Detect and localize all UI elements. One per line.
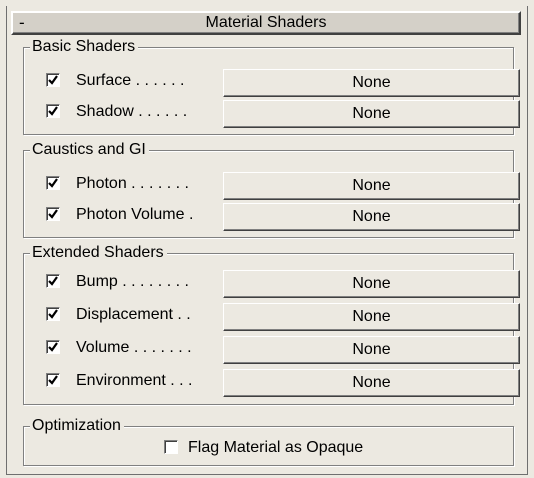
group-optimization: Optimization Flag Material as Opaque xyxy=(23,416,514,466)
surface-label: Surface . . . . . . xyxy=(76,72,185,89)
checkmark-icon xyxy=(48,106,58,116)
checkmark-icon xyxy=(48,178,58,188)
volume-shader-button[interactable]: None xyxy=(223,336,520,364)
group-basic-shaders: Basic Shaders Surface . . . . . . None S… xyxy=(23,37,520,135)
group-title: Caustics and GI xyxy=(30,140,149,160)
bump-label: Bump . . . . . . . . xyxy=(76,273,189,290)
checkmark-icon xyxy=(48,209,58,219)
displacement-shader-button[interactable]: None xyxy=(223,303,520,331)
group-caustics-gi: Caustics and GI Photon . . . . . . . Non… xyxy=(23,140,520,238)
environment-checkbox[interactable] xyxy=(46,373,60,387)
bump-checkbox[interactable] xyxy=(46,274,60,288)
checkmark-icon xyxy=(48,75,58,85)
photon-volume-checkbox[interactable] xyxy=(46,207,60,221)
photon-volume-shader-button[interactable]: None xyxy=(223,203,520,231)
photon-volume-label: Photon Volume . xyxy=(76,206,194,223)
surface-checkbox[interactable] xyxy=(46,73,60,87)
opaque-flag-label: Flag Material as Opaque xyxy=(188,439,364,456)
group-extended-shaders: Extended Shaders Bump . . . . . . . . No… xyxy=(23,243,520,405)
displacement-checkbox[interactable] xyxy=(46,307,60,321)
photon-shader-button[interactable]: None xyxy=(223,172,520,200)
volume-label: Volume . . . . . . . xyxy=(76,339,192,356)
displacement-label: Displacement . . xyxy=(76,306,191,323)
rollout-title: Material Shaders xyxy=(205,14,327,31)
checkmark-icon xyxy=(48,342,58,352)
volume-checkbox[interactable] xyxy=(46,340,60,354)
group-title: Optimization xyxy=(30,416,124,436)
shadow-checkbox[interactable] xyxy=(46,104,60,118)
environment-label: Environment . . . xyxy=(76,372,193,389)
rollout-header[interactable]: - Material Shaders xyxy=(11,11,521,35)
photon-label: Photon . . . . . . . xyxy=(76,175,189,192)
bump-shader-button[interactable]: None xyxy=(223,270,520,298)
checkmark-icon xyxy=(48,375,58,385)
opaque-flag-checkbox[interactable] xyxy=(164,440,178,454)
checkmark-icon xyxy=(48,276,58,286)
shadow-shader-button[interactable]: None xyxy=(223,100,520,128)
shadow-label: Shadow . . . . . . xyxy=(76,103,188,120)
environment-shader-button[interactable]: None xyxy=(223,369,520,397)
group-title: Extended Shaders xyxy=(30,243,167,263)
surface-shader-button[interactable]: None xyxy=(223,69,520,97)
group-title: Basic Shaders xyxy=(30,37,139,57)
photon-checkbox[interactable] xyxy=(46,176,60,190)
checkmark-icon xyxy=(48,309,58,319)
